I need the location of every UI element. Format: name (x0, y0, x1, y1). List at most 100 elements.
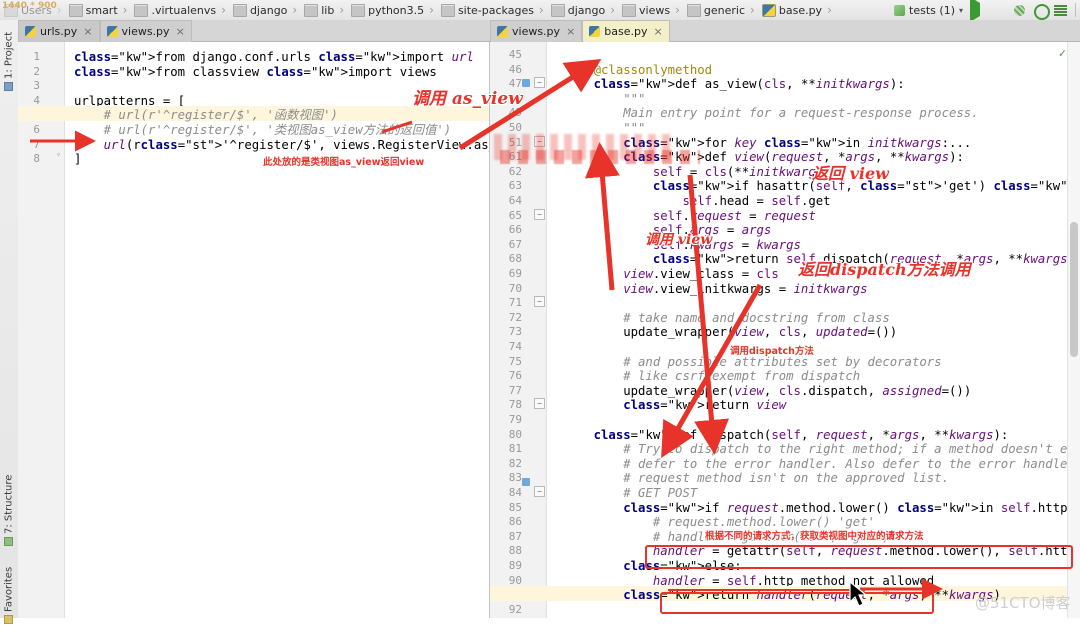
breadcrumb-item-label: lib (321, 3, 335, 17)
strike-through-line (668, 589, 863, 591)
code-line[interactable]: ] (74, 152, 81, 167)
folder-icon (304, 3, 319, 17)
annotation-call-view: 调用 view (645, 232, 713, 248)
code-line[interactable]: url(rclass="st">'^register/$', views.Reg… (74, 138, 489, 153)
breadcrumb-item-views[interactable]: views › (620, 0, 685, 20)
attach-button[interactable] (1054, 3, 1068, 17)
breadcrumb-item-django[interactable]: django › (549, 0, 620, 20)
code-line[interactable]: class="kw">return view (564, 398, 786, 413)
editor-tabs-left[interactable]: urls.py × views.py × (18, 20, 490, 43)
breadcrumb-item-smart[interactable]: smart › (67, 0, 133, 20)
breadcrumb-item--virtualenvs[interactable]: .virtualenvs › (132, 0, 230, 20)
code-line[interactable]: """ (564, 121, 645, 136)
breadcrumb[interactable]: Users › smart › .virtualenvs › django › lib › pyth… (0, 0, 837, 20)
breadcrumb-separator: › (292, 3, 298, 17)
code-line[interactable]: # like csrf_exempt from dispatch (564, 369, 860, 384)
breadcrumb-item-base-py[interactable]: base.py › (760, 0, 837, 20)
annotation-call-dispatch: 调用dispatch方法 (730, 346, 814, 357)
code-area-left[interactable]: class="kw">from django.conf.urls class="… (18, 42, 489, 618)
code-line[interactable]: update_wrapper(view, cls.dispatch, assig… (564, 384, 971, 399)
close-icon[interactable]: × (83, 25, 92, 38)
breadcrumb-item-generic[interactable]: generic › (685, 0, 760, 20)
breadcrumb-item-label: smart (85, 3, 118, 17)
folder-icon (622, 3, 637, 17)
close-icon[interactable]: × (654, 25, 663, 38)
annotation-get-handler: 根据不同的请求方式，获取类视图中对应的请求方法 (705, 531, 924, 542)
breadcrumb-item-django[interactable]: django › (231, 0, 302, 20)
run-toolbar: tests (1) ▾ (894, 0, 1080, 22)
tab-label: views.py (121, 25, 170, 38)
inspection-ok-icon[interactable]: ✓ (1059, 46, 1066, 60)
code-line[interactable]: view.view_initkwargs = initkwargs (564, 282, 867, 297)
code-line[interactable]: @classonlymethod (564, 63, 712, 78)
navigation-bar: Users › smart › .virtualenvs › django › lib › pyth… (0, 0, 1080, 22)
breadcrumb-separator: › (429, 3, 434, 17)
annotation-return-view: 返回 view (812, 164, 889, 183)
debug-button[interactable] (991, 3, 1005, 17)
code-line[interactable]: Main entry point for a request-response … (564, 106, 978, 121)
python-file-icon (589, 26, 601, 37)
python-file-icon (106, 26, 118, 37)
tab-views-py[interactable]: views.py × (99, 20, 192, 42)
breadcrumb-separator: › (56, 3, 62, 17)
folder-icon (232, 3, 247, 17)
sidebar-item-project[interactable]: 1: Project (0, 26, 18, 96)
editor-tabs-right[interactable]: views.py × base.py × (490, 20, 1080, 43)
close-icon[interactable]: × (176, 25, 185, 38)
code-line[interactable]: self.head = self.get (564, 194, 830, 209)
code-line[interactable]: class="kw">def view(request, *args, **kw… (564, 150, 964, 165)
run-button[interactable] (970, 0, 984, 22)
folder-icon (134, 3, 149, 17)
breadcrumb-item-label: base.py (778, 3, 823, 17)
code-line[interactable]: # url(r'^register/$', '函数视图') (74, 108, 338, 123)
breadcrumb-separator: › (610, 3, 616, 17)
favorites-icon (4, 614, 14, 624)
breadcrumb-item-label: views (639, 3, 671, 17)
breadcrumb-item-python3-5[interactable]: python3.5 › (349, 0, 439, 20)
code-line[interactable]: view.view_class = cls (564, 267, 779, 282)
toolbar-divider (1075, 3, 1076, 17)
code-line[interactable]: self.request = request (564, 209, 816, 224)
tabstrip-filler (669, 20, 1080, 42)
sidebar-item-structure[interactable]: 7: Structure (0, 470, 18, 550)
breadcrumb-item-site-packages[interactable]: site-packages › (439, 0, 549, 20)
code-line[interactable]: # url(r'^register/$', '类视图as_view方法的返回值'… (74, 123, 452, 138)
tab-views-py[interactable]: views.py × (490, 20, 583, 42)
breadcrumb-item-lib[interactable]: lib › (302, 0, 349, 20)
code-line[interactable]: # take name and docstring from class (564, 311, 890, 326)
folder-icon (440, 3, 455, 17)
breadcrumb-item-label: django (567, 3, 606, 17)
code-line[interactable]: class="kw">def dispatch(self, request, *… (564, 428, 1009, 443)
sidebar-item-favorites[interactable]: Favorites (0, 560, 18, 630)
code-line[interactable]: # GET POST (564, 486, 697, 501)
sidebar-item-label: 7: Structure (3, 474, 15, 534)
python-file-icon (761, 3, 776, 17)
editor-urls-py[interactable]: 12345678▿▿ class="kw">from django.conf.u… (18, 42, 490, 618)
code-line[interactable]: class="kw">for key class="kw">in initkwa… (564, 136, 971, 151)
code-line[interactable]: update_wrapper(view, cls, updated=()) (564, 325, 897, 340)
run-configuration-selector[interactable]: tests (1) ▾ (894, 4, 963, 17)
code-line[interactable]: class="kw">if request.method.lower() cla… (564, 501, 1080, 516)
vertical-scrollbar-right[interactable] (1067, 42, 1080, 618)
scrollbar-thumb[interactable] (1070, 222, 1078, 357)
sidebar-item-label: 1: Project (3, 31, 15, 79)
annotation-return-view-here: 此处放的是类视图as_view返回view (263, 157, 425, 168)
ide-window: Users › smart › .virtualenvs › django › lib › pyth… (0, 0, 1080, 624)
code-line[interactable]: self = cls(**initkwargs) (564, 165, 831, 180)
code-line[interactable]: class="kw">from django.conf.urls class="… (74, 50, 474, 65)
run-coverage-button[interactable] (1012, 3, 1026, 17)
code-line[interactable]: # request method isn't on the approved l… (564, 471, 949, 486)
code-line[interactable]: # defer to the error handler. Also defer… (564, 457, 1067, 472)
tab-base-py[interactable]: base.py × (582, 20, 670, 42)
folder-icon (351, 3, 366, 17)
breadcrumb-separator: › (827, 3, 832, 17)
tab-urls-py[interactable]: urls.py × (18, 20, 100, 42)
code-line[interactable]: class="kw">def as_view(cls, **initkwargs… (564, 77, 905, 92)
code-line[interactable]: class="kw">from classview class="kw">imp… (74, 65, 437, 80)
code-line[interactable]: """ (564, 92, 645, 107)
annotation-call-as-view: 调用 as_view (412, 89, 523, 109)
code-line[interactable]: # Try to dispatch to the right method; i… (564, 442, 1067, 457)
close-icon[interactable]: × (566, 25, 575, 38)
mouse-cursor (849, 580, 868, 607)
profile-button[interactable] (1033, 3, 1050, 20)
